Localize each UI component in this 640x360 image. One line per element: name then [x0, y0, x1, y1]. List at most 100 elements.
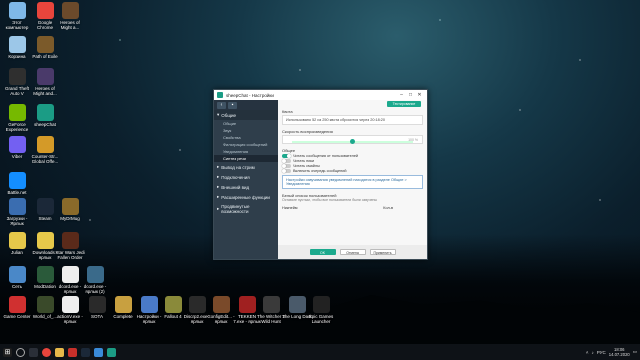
- sidebar-section-label: Продвинутые возможности: [221, 204, 250, 214]
- desktop-icon-label: Julian: [11, 250, 23, 255]
- sidebar-section[interactable]: ▸ Продвинутые возможности: [214, 202, 278, 216]
- app-taskbar-icon-1[interactable]: [68, 347, 77, 357]
- sidebar-section-label: Вывод на стрим: [221, 164, 255, 170]
- chevron-right-icon: ▸: [217, 206, 220, 211]
- sidebar-section[interactable]: ▸ Расширенные функции: [214, 192, 278, 202]
- speed-slider[interactable]: [292, 139, 413, 144]
- sidebar-item[interactable]: Фильтрация сообщений: [214, 141, 278, 148]
- sidebar-item[interactable]: Общие: [214, 120, 278, 127]
- clock[interactable]: 18:06 14.07.2020: [609, 347, 630, 357]
- desktop-icon-image: [140, 296, 158, 313]
- desktop-icon-label: Сеть: [11, 284, 22, 289]
- desktop-icon-image: [86, 266, 104, 283]
- volume-icon[interactable]: ♪: [592, 350, 594, 355]
- sidebar-item[interactable]: Звук: [214, 127, 278, 134]
- desktop-icon-image: [36, 296, 54, 313]
- desktop-icon[interactable]: Heroes of Might a...: [55, 2, 85, 30]
- task-view-icon[interactable]: [29, 347, 38, 357]
- speed-slider-knob[interactable]: [350, 139, 355, 144]
- sidebar-section[interactable]: ▸ Вывод на стрим: [214, 162, 278, 172]
- desktop-icon-image: [36, 198, 54, 215]
- desktop-icon-image: [8, 296, 26, 313]
- save-icon[interactable]: ▪: [228, 101, 237, 109]
- window-titlebar: sheepChat - Настройки – □ ✕: [214, 90, 427, 100]
- sidebar-section[interactable]: ▸ Подключения: [214, 172, 278, 182]
- desktop-icon[interactable]: actionV.exe - ярлык: [55, 296, 85, 324]
- desktop-icon[interactable]: Epic Games Launcher: [306, 296, 336, 324]
- app-taskbar-icon-2[interactable]: [94, 347, 103, 357]
- desktop-icon-image: [8, 68, 26, 85]
- cancel-button[interactable]: Отмена: [339, 249, 366, 255]
- minimize-icon[interactable]: –: [397, 92, 406, 98]
- sheepchat-taskbar-icon[interactable]: [107, 347, 116, 357]
- desktop-icon[interactable]: Star Wars Jedi Fallen Order: [55, 232, 85, 260]
- desktop-icon-image: [36, 266, 54, 283]
- maximize-icon[interactable]: □: [406, 92, 415, 98]
- explorer-taskbar-icon[interactable]: [55, 347, 64, 357]
- desktop-icon[interactable]: Julian: [2, 232, 32, 260]
- desktop-icon[interactable]: Viber: [2, 136, 32, 164]
- desktop-icon[interactable]: Battle.net: [2, 172, 32, 200]
- search-icon[interactable]: [16, 347, 25, 357]
- toggle-row: Читать ники: [282, 159, 423, 163]
- speed-box: 100 %: [282, 135, 423, 144]
- chevron-up-icon[interactable]: ˄: [586, 350, 589, 355]
- close-icon[interactable]: ✕: [415, 92, 424, 98]
- sidebar-item[interactable]: Свойства: [214, 134, 278, 141]
- desktop-icon-image: [36, 36, 54, 53]
- speed-value: 100 %: [408, 138, 418, 142]
- back-icon[interactable]: ‹: [217, 101, 226, 109]
- desktop-icon[interactable]: Grand Theft Auto V: [2, 68, 32, 96]
- desktop-icon-image: [238, 296, 256, 313]
- sidebar-item[interactable]: Уведомления: [214, 148, 278, 155]
- desktop-icon-image: [288, 296, 306, 313]
- desktop-icon[interactable]: dcord.exe - ярлык (2): [80, 266, 110, 294]
- sidebar-item[interactable]: Синтез речи: [214, 155, 278, 162]
- desktop-icon[interactable]: Game Center: [2, 296, 32, 324]
- system-tray: ˄ ♪ РУС 18:06 14.07.2020 ▭: [586, 347, 637, 357]
- desktop-icon-label: dcord.exe - ярлык (2): [83, 284, 107, 294]
- desktop-icon[interactable]: sheepChat: [30, 104, 60, 132]
- apply-button[interactable]: Применить: [369, 249, 396, 255]
- sidebar-section-label: Внешний вид: [221, 184, 250, 190]
- toggle-switch[interactable]: [282, 164, 291, 168]
- toggle-switch[interactable]: [282, 159, 291, 163]
- settings-content: Тестирование Квота Использовано 52 из 25…: [278, 100, 427, 245]
- desktop-icon[interactable]: MyDrMug: [55, 198, 85, 226]
- desktop-icon-label: Path of Exile: [32, 54, 58, 59]
- desktop-icon-label: Game Center: [3, 314, 31, 319]
- chevron-right-icon: ▸: [217, 194, 220, 199]
- sidebar-section[interactable]: ▾ Общие: [214, 110, 278, 120]
- quota-heading: Квота: [282, 109, 293, 114]
- toggle-switch[interactable]: [282, 169, 291, 173]
- desktop-icon[interactable]: Сеть: [2, 266, 32, 294]
- ok-button[interactable]: OK: [309, 249, 336, 255]
- desktop-icon[interactable]: GeForce Experience: [2, 104, 32, 132]
- desktop-icon-image: [61, 266, 79, 283]
- desktop-icon-label: Viber: [11, 154, 23, 159]
- windows-start-icon[interactable]: ⊞: [3, 347, 12, 357]
- desktop-icon[interactable]: Heroes of Might and...: [30, 68, 60, 96]
- quota-text: Использовано 52 из 250 квота сбросится ч…: [282, 115, 423, 125]
- desktop-icon[interactable]: Загрузки - Ярлык: [2, 198, 32, 226]
- steam-taskbar-icon[interactable]: [81, 347, 90, 357]
- desktop-icon-image: [8, 136, 26, 153]
- toggle-switch[interactable]: [282, 154, 291, 158]
- whitelist-note: Оставьте пустым, чтобы все пользователи …: [282, 198, 377, 202]
- toggle-label: Читать ники: [293, 159, 315, 163]
- notifications-icon[interactable]: ▭: [633, 349, 637, 355]
- desktop-icon-image: [36, 232, 54, 249]
- desktop-icon[interactable]: Path of Exile: [30, 36, 60, 64]
- desktop-icon[interactable]: Counter-Str... Global Offe...: [30, 136, 60, 164]
- desktop-icon-label: Корзина: [8, 54, 26, 59]
- sidebar-section[interactable]: ▸ Внешний вид: [214, 182, 278, 192]
- desktop-icon[interactable]: Этот компьютер: [2, 2, 32, 30]
- language-indicator[interactable]: РУС: [597, 350, 606, 355]
- chevron-down-icon: ▾: [217, 112, 220, 117]
- desktop-icon-image: [36, 68, 54, 85]
- chrome-taskbar-icon[interactable]: [42, 347, 51, 357]
- app-icon: [217, 92, 223, 98]
- desktop-icon[interactable]: Корзина: [2, 36, 32, 64]
- test-button[interactable]: Тестирование: [387, 101, 421, 107]
- chevron-right-icon: ▸: [217, 184, 220, 189]
